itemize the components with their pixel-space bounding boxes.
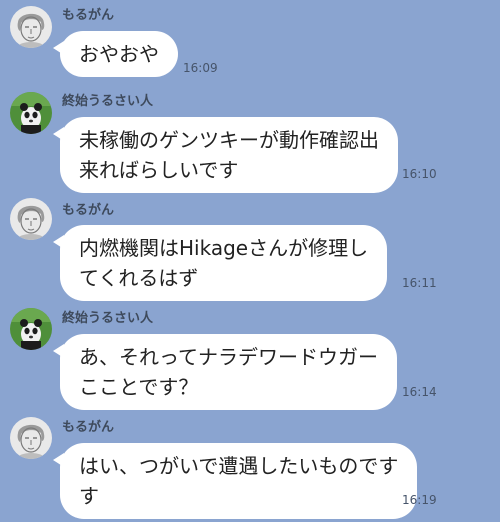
message-text-line: あ、それってナラデワードウガー (79, 345, 378, 369)
sketch-face-avatar[interactable] (10, 417, 52, 459)
panda-avatar[interactable] (10, 308, 52, 350)
message-bubble[interactable]: 未稼働のゲンツキーが動作確認出 来ればらしいです (53, 117, 398, 193)
sketch-face-avatar[interactable] (10, 6, 52, 48)
message-text-line: 内燃機関はHikageさんが修理し (79, 236, 369, 260)
message-timestamp: 16:11 (402, 276, 437, 290)
message-bubble[interactable]: おやおや (53, 31, 178, 77)
message-text-line: 未稼働のゲンツキーが動作確認出 (79, 128, 379, 152)
sender-name: もるがん (62, 420, 115, 435)
message-text-line: す (79, 484, 99, 508)
message-text-line: はい、つがいで遭遇したいものです (79, 454, 399, 478)
sender-name: 終始うるさい人 (62, 311, 154, 326)
sketch-face-avatar[interactable] (10, 198, 52, 240)
message-timestamp: 16:10 (402, 167, 437, 181)
message-bubble[interactable]: 内燃機関はHikageさんが修理し てくれるはず (52, 225, 388, 301)
message-bubble[interactable]: はい、つがいで遭遇したいものです す (52, 443, 418, 519)
sender-name: 終始うるさい人 (62, 94, 154, 109)
message-text-line: おやおや (79, 42, 159, 66)
message-text-line: 来ればらしいです (79, 158, 239, 182)
message-bubble[interactable]: あ、それってナラデワードウガー こことです？ (53, 334, 397, 410)
sender-name: もるがん (62, 8, 115, 23)
sender-name: もるがん (62, 203, 115, 218)
chat-log: もるがん おやおや 16:09 終始うるさい人 未稼働のゲンツキーが動作確認出 … (0, 0, 500, 522)
message-timestamp: 16:09 (183, 61, 218, 75)
message-text-line: こことです？ (79, 375, 199, 399)
message-timestamp: 16:19 (402, 493, 437, 507)
panda-avatar[interactable] (10, 92, 52, 134)
message-text-line: てくれるはず (79, 266, 199, 290)
message-timestamp: 16:14 (402, 385, 437, 399)
